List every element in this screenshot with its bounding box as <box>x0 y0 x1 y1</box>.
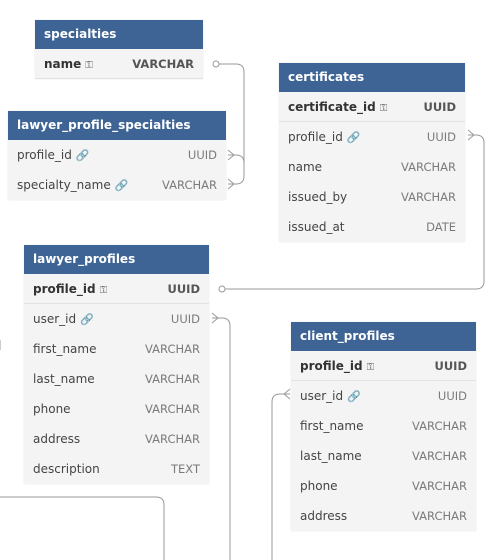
column-name: specialty_name 🔗 <box>17 178 129 192</box>
column-name: name ⚿ <box>44 56 93 71</box>
key-icon: ⚿ <box>99 284 108 296</box>
table-row: user_id 🔗 UUID <box>291 381 476 411</box>
column-type: UUID <box>437 389 467 403</box>
column-type: VARCHAR <box>145 432 200 446</box>
column-type: UUID <box>434 358 467 373</box>
table-row: first_name VARCHAR <box>291 411 476 441</box>
column-type: VARCHAR <box>412 449 467 463</box>
table-specialties[interactable]: specialties name ⚿ VARCHAR <box>35 20 203 79</box>
table-row: user_id 🔗 UUID <box>24 304 209 334</box>
column-name: user_id 🔗 <box>300 389 361 403</box>
column-name: description <box>33 462 100 476</box>
table-row: name ⚿ VARCHAR <box>35 49 203 79</box>
table-lawyer-profiles[interactable]: lawyer_profiles profile_id ⚿ UUID user_id… <box>24 245 209 484</box>
column-type: VARCHAR <box>401 160 456 174</box>
column-type: UUID <box>423 99 456 114</box>
table-row: certificate_id ⚿ UUID <box>279 92 465 122</box>
column-name: profile_id ⚿ <box>300 358 375 373</box>
table-row: profile_id ⚿ UUID <box>24 274 209 304</box>
column-name: last_name <box>300 449 362 463</box>
table-row: last_name VARCHAR <box>291 441 476 471</box>
table-header: certificates <box>279 63 465 92</box>
key-icon: ⚿ <box>379 102 388 114</box>
column-name: profile_id ⚿ <box>33 281 108 296</box>
table-lawyer-profile-specialties[interactable]: lawyer_profile_specialties profile_id 🔗 U… <box>8 111 226 200</box>
link-icon: 🔗 <box>80 313 94 326</box>
table-row: address VARCHAR <box>291 501 476 531</box>
column-name: user_id 🔗 <box>33 312 94 326</box>
column-type: VARCHAR <box>412 479 467 493</box>
column-type: VARCHAR <box>412 509 467 523</box>
column-type: VARCHAR <box>145 372 200 386</box>
connector-left-side <box>0 496 165 560</box>
column-type: DATE <box>426 220 456 234</box>
column-type: UUID <box>167 281 200 296</box>
table-row: issued_by VARCHAR <box>279 182 465 212</box>
key-icon: ⚿ <box>85 59 93 71</box>
table-row: name VARCHAR <box>279 152 465 182</box>
column-type: VARCHAR <box>412 419 467 433</box>
table-header: lawyer_profile_specialties <box>8 111 226 140</box>
table-header: lawyer_profiles <box>24 245 209 274</box>
column-type: VARCHAR <box>132 56 194 71</box>
link-icon: 🔗 <box>346 131 361 144</box>
column-type: UUID <box>187 148 217 162</box>
column-name: issued_at <box>288 220 345 234</box>
link-icon: 🔗 <box>347 390 361 403</box>
table-row: address VARCHAR <box>24 424 209 454</box>
column-name: profile_id 🔗 <box>288 130 361 144</box>
table-row: profile_id ⚿ UUID <box>291 351 476 381</box>
table-row: issued_at DATE <box>279 212 465 242</box>
table-client-profiles[interactable]: client_profiles profile_id ⚿ UUID user_id… <box>291 322 476 531</box>
column-type: VARCHAR <box>401 190 456 204</box>
table-header: specialties <box>35 20 203 49</box>
table-row: description TEXT <box>24 454 209 484</box>
table-certificates[interactable]: certificates certificate_id ⚿ UUID profil… <box>279 63 465 242</box>
table-header: client_profiles <box>291 322 476 351</box>
column-type: VARCHAR <box>145 342 200 356</box>
column-name: first_name <box>300 419 364 433</box>
column-type: UUID <box>426 130 456 144</box>
connector-start-dot <box>218 285 226 293</box>
column-name: phone <box>33 402 71 416</box>
column-name: certificate_id ⚿ <box>288 99 388 114</box>
connector-client-user-id <box>271 393 290 560</box>
connector-lawyer-user-id <box>212 317 231 560</box>
column-name: address <box>300 509 348 523</box>
column-name: phone <box>300 479 338 493</box>
table-row: profile_id 🔗 UUID <box>8 140 226 170</box>
column-name: profile_id 🔗 <box>17 148 90 162</box>
table-row: first_name VARCHAR <box>24 334 209 364</box>
table-row: profile_id 🔗 UUID <box>279 122 465 152</box>
connector-start-dot <box>212 60 220 68</box>
table-row: phone VARCHAR <box>24 394 209 424</box>
table-row: specialty_name 🔗 VARCHAR <box>8 170 226 200</box>
column-name: last_name <box>33 372 95 386</box>
column-type: UUID <box>170 312 200 326</box>
column-name: address <box>33 432 81 446</box>
column-name: name <box>288 160 323 174</box>
table-row: phone VARCHAR <box>291 471 476 501</box>
table-row: last_name VARCHAR <box>24 364 209 394</box>
key-icon: ⚿ <box>366 361 375 373</box>
column-name: issued_by <box>288 190 348 204</box>
link-icon: 🔗 <box>114 179 129 192</box>
column-name: first_name <box>33 342 97 356</box>
column-type: TEXT <box>171 462 200 476</box>
column-type: VARCHAR <box>145 402 200 416</box>
link-icon: 🔗 <box>75 149 90 162</box>
connector-lawyer-profiles-to-lps <box>228 154 245 164</box>
column-type: VARCHAR <box>162 178 217 192</box>
